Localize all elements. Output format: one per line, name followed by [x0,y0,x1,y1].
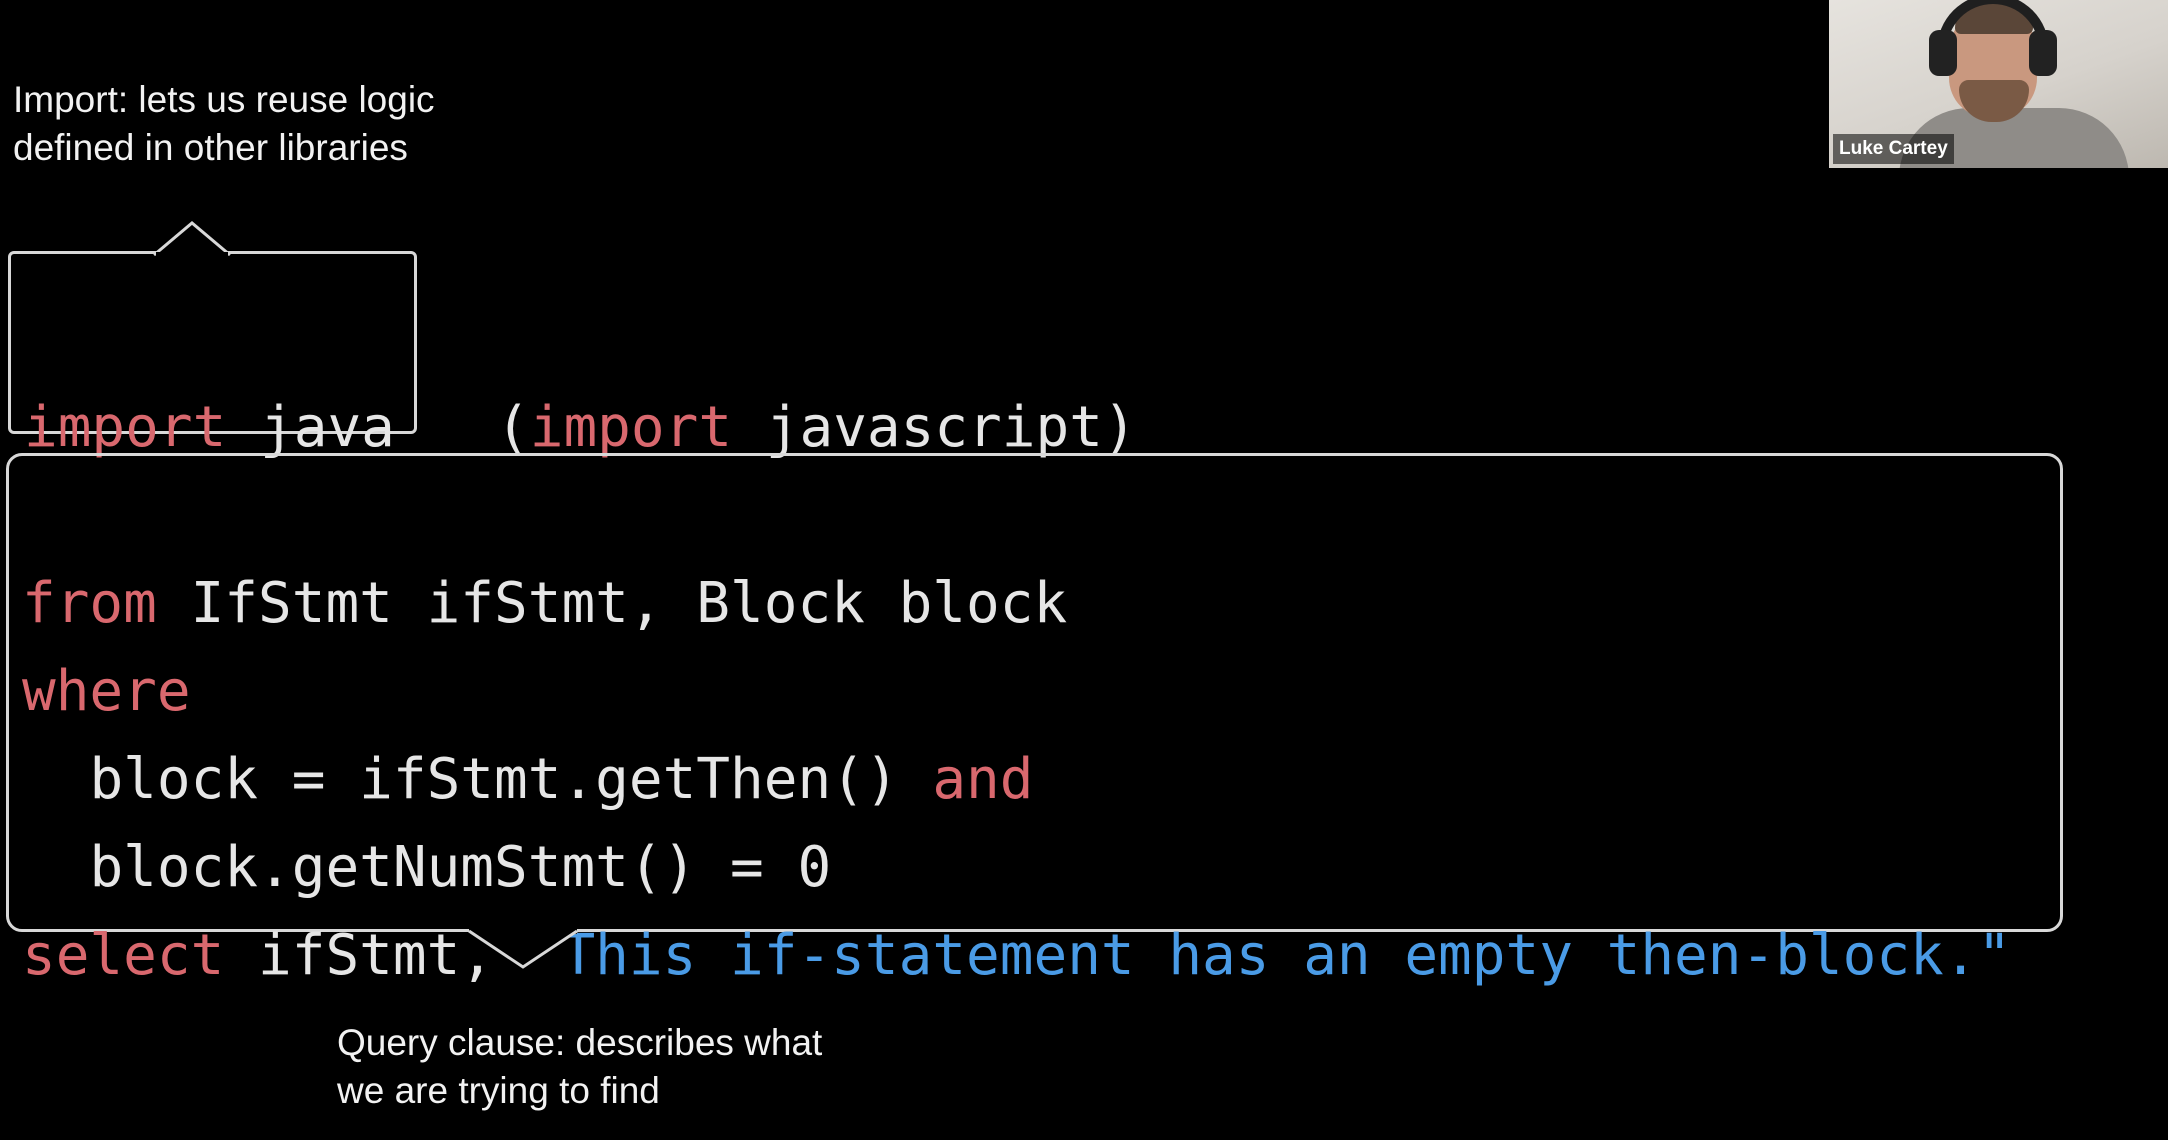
query-line-condition-2: block.getNumStmt() = 0 [22,824,2011,912]
paren-open: ( [496,395,530,460]
participant-name-label: Luke Cartey [1833,134,1954,164]
condition-1-text: block = ifStmt.getThen() [89,747,899,812]
select-message-string: "This if-statement has an empty then-blo… [527,923,2012,988]
keyword-select: select [22,923,225,988]
import-pointer-arrow [153,221,231,258]
keyword-import: import [24,395,227,460]
keyword-where: where [22,659,191,724]
from-clause-text: IfStmt ifStmt, Block block [190,571,1068,636]
query-code-block: from IfStmt ifStmt, Block block where blo… [22,472,2011,1088]
condition-2-text: block.getNumStmt() = 0 [89,835,832,900]
keyword-from: from [22,571,157,636]
select-variable: ifStmt, [258,923,495,988]
participant-video-tile[interactable]: Luke Cartey [1829,0,2168,168]
query-pointer-arrow [468,926,578,969]
module-java: java [260,395,395,460]
headphone-earcup-left [1929,30,1957,76]
headphone-earcup-right [2029,30,2057,76]
import-annotation: Import: lets us reuse logic defined in o… [13,79,435,168]
keyword-and: and [932,747,1034,812]
paren-close: ) [1102,395,1137,460]
query-line-from: from IfStmt ifStmt, Block block [22,560,2011,648]
query-annotation: Query clause: describes what we are tryi… [337,1022,823,1111]
query-line-condition-1: block = ifStmt.getThen() and [22,736,2011,824]
import-code-line: import java (import javascript) [24,296,1137,472]
module-javascript: javascript [765,395,1103,460]
query-line-select: select ifStmt, "This if-statement has an… [22,912,2011,1000]
keyword-import-2: import [529,395,733,460]
query-line-where: where [22,648,2011,736]
